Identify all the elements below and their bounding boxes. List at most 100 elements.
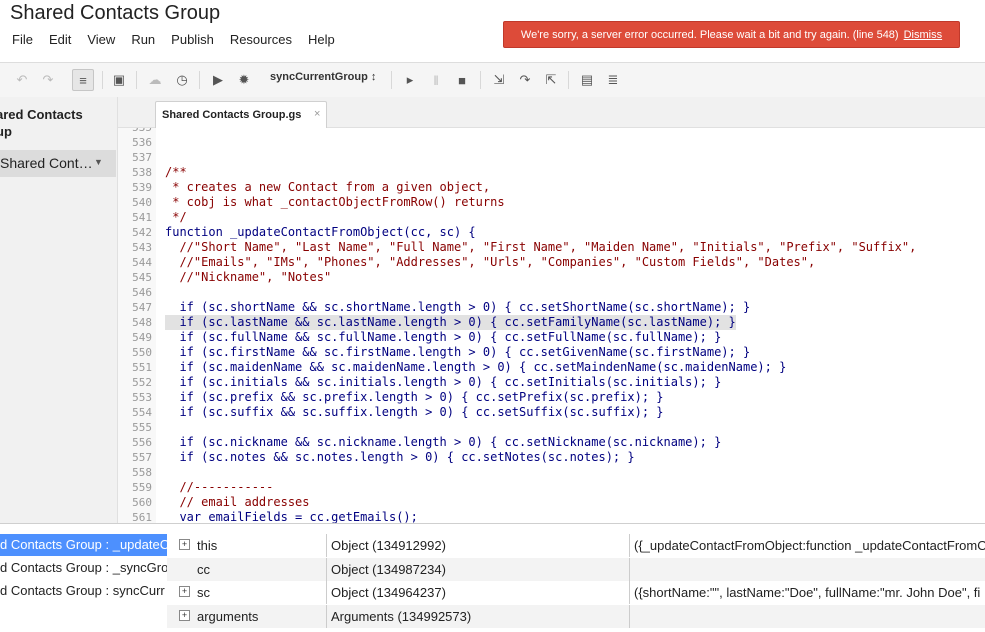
step-over-icon[interactable]: ↷ [514, 69, 536, 91]
menu-help[interactable]: Help [308, 32, 335, 50]
code-line[interactable]: 537 [118, 150, 985, 165]
redo-icon[interactable]: ↷ [37, 69, 59, 91]
code-line[interactable]: 557 if (sc.notes && sc.notes.length > 0)… [118, 450, 985, 465]
debug-bug-icon[interactable]: ✹ [233, 69, 255, 91]
code-line[interactable]: 549 if (sc.fullName && sc.fullName.lengt… [118, 330, 985, 345]
run-icon[interactable]: ▶ [207, 69, 229, 91]
line-number[interactable]: 539 [118, 180, 152, 195]
line-number[interactable]: 535 [118, 128, 152, 135]
variable-row[interactable]: + sc Object (134964237) ({shortName:"", las… [167, 581, 985, 604]
line-number[interactable]: 543 [118, 240, 152, 255]
code-line[interactable]: 543 //"Short Name", "Last Name", "Full N… [118, 240, 985, 255]
line-number[interactable]: 549 [118, 330, 152, 345]
variable-row[interactable]: + arguments Arguments (134992573) [167, 604, 985, 628]
line-number[interactable]: 558 [118, 465, 152, 480]
triggers-clock-icon[interactable]: ◷ [171, 69, 193, 91]
line-number[interactable]: 559 [118, 480, 152, 495]
variable-row[interactable]: + this Object (134912992) ({_updateContactF… [167, 534, 985, 557]
continue-icon[interactable]: ▸ [399, 69, 421, 91]
dismiss-link[interactable]: Dismiss [904, 29, 943, 41]
code-line[interactable]: 540 * cobj is what _contactObjectFromRow… [118, 195, 985, 210]
line-number[interactable]: 544 [118, 255, 152, 270]
line-number[interactable]: 540 [118, 195, 152, 210]
close-icon[interactable]: × [314, 108, 320, 120]
code-line[interactable]: 560 // email addresses [118, 495, 985, 510]
undo-icon[interactable]: ↶ [11, 69, 33, 91]
code-line[interactable]: 555 [118, 420, 985, 435]
pause-icon[interactable]: ‖ [425, 69, 447, 91]
line-number[interactable]: 561 [118, 510, 152, 523]
code-line[interactable]: 553 if (sc.prefix && sc.prefix.length > … [118, 390, 985, 405]
sidebar-file-item[interactable]: Shared Cont… ▼ [0, 150, 116, 177]
line-number[interactable]: 547 [118, 300, 152, 315]
chevron-down-icon[interactable]: ▼ [94, 157, 103, 167]
expand-icon[interactable]: + [179, 539, 190, 550]
function-select[interactable]: syncCurrentGroup ↕ [270, 71, 376, 83]
line-number[interactable]: 560 [118, 495, 152, 510]
code-line[interactable]: 538 /** [118, 165, 985, 180]
code-line[interactable]: 554 if (sc.suffix && sc.suffix.length > … [118, 405, 985, 420]
code-line[interactable]: 535 [118, 128, 985, 135]
line-number[interactable]: 548 [118, 315, 152, 330]
code-line[interactable]: 544 //"Emails", "IMs", "Phones", "Addres… [118, 255, 985, 270]
line-number[interactable]: 556 [118, 435, 152, 450]
line-number[interactable]: 541 [118, 210, 152, 225]
code-line[interactable]: 561 var emailFields = cc.getEmails(); [118, 510, 985, 523]
watch-icon[interactable]: ≣ [602, 69, 624, 91]
toolbar-divider [480, 71, 481, 89]
line-number[interactable]: 538 [118, 165, 152, 180]
code-text: if (sc.notes && sc.notes.length > 0) { c… [165, 450, 635, 464]
code-line[interactable]: 558 [118, 465, 985, 480]
menu-edit[interactable]: Edit [49, 32, 71, 50]
code-line[interactable]: 542 function _updateContactFromObject(cc,… [118, 225, 985, 240]
code-line[interactable]: 545 //"Nickname", "Notes" [118, 270, 985, 285]
line-number[interactable]: 555 [118, 420, 152, 435]
save-icon[interactable]: ▣ [108, 69, 130, 91]
call-stack-item[interactable]: d Contacts Group : _updateC [0, 534, 167, 556]
call-stack-item[interactable]: d Contacts Group : syncCurr [0, 580, 167, 602]
code-line[interactable]: 552 if (sc.initials && sc.initials.lengt… [118, 375, 985, 390]
variable-row[interactable]: cc Object (134987234) [167, 557, 985, 581]
step-into-icon[interactable]: ⇲ [488, 69, 510, 91]
toggle-breakpoints-icon[interactable]: ▤ [576, 69, 598, 91]
code-editor[interactable]: 535536537538/**539 * creates a new Conta… [118, 128, 985, 523]
line-number[interactable]: 553 [118, 390, 152, 405]
code-line[interactable]: 536 [118, 135, 985, 150]
variable-value: Object (134987234) [326, 557, 633, 581]
line-number[interactable]: 536 [118, 135, 152, 150]
code-line[interactable]: 550 if (sc.firstName && sc.firstName.len… [118, 345, 985, 360]
menu-resources[interactable]: Resources [230, 32, 292, 50]
stop-icon[interactable]: ■ [451, 69, 473, 91]
code-line[interactable]: 548 if (sc.lastName && sc.lastName.lengt… [118, 315, 985, 330]
menu-view[interactable]: View [87, 32, 115, 50]
line-number[interactable]: 546 [118, 285, 152, 300]
step-out-icon[interactable]: ⇱ [540, 69, 562, 91]
line-number[interactable]: 552 [118, 375, 152, 390]
code-line[interactable]: 539 * creates a new Contact from a given… [118, 180, 985, 195]
code-line[interactable]: 546 [118, 285, 985, 300]
line-number[interactable]: 550 [118, 345, 152, 360]
expand-icon[interactable]: + [179, 609, 190, 621]
menu-run[interactable]: Run [131, 32, 155, 50]
expand-icon[interactable]: + [179, 586, 190, 597]
line-number[interactable]: 551 [118, 360, 152, 375]
line-number[interactable]: 542 [118, 225, 152, 240]
app-title: Shared Contacts Group [10, 2, 221, 24]
code-line[interactable]: 559 //----------- [118, 480, 985, 495]
code-line[interactable]: 547 if (sc.shortName && sc.shortName.len… [118, 300, 985, 315]
line-number[interactable]: 537 [118, 150, 152, 165]
variable-name: sc [197, 585, 210, 600]
indent-icon[interactable]: ≡ [72, 69, 94, 91]
code-text: if (sc.suffix && sc.suffix.length > 0) {… [165, 405, 664, 419]
publish-cloud-icon[interactable]: ☁ [144, 69, 166, 91]
tab-shared-contacts-group-gs[interactable]: Shared Contacts Group.gs × [155, 101, 327, 128]
code-line[interactable]: 556 if (sc.nickname && sc.nickname.lengt… [118, 435, 985, 450]
line-number[interactable]: 554 [118, 405, 152, 420]
line-number[interactable]: 545 [118, 270, 152, 285]
code-line[interactable]: 551 if (sc.maidenName && sc.maidenName.l… [118, 360, 985, 375]
menu-publish[interactable]: Publish [171, 32, 214, 50]
call-stack-item[interactable]: d Contacts Group : _syncGro [0, 557, 167, 579]
line-number[interactable]: 557 [118, 450, 152, 465]
menu-file[interactable]: File [12, 32, 33, 50]
code-line[interactable]: 541 */ [118, 210, 985, 225]
